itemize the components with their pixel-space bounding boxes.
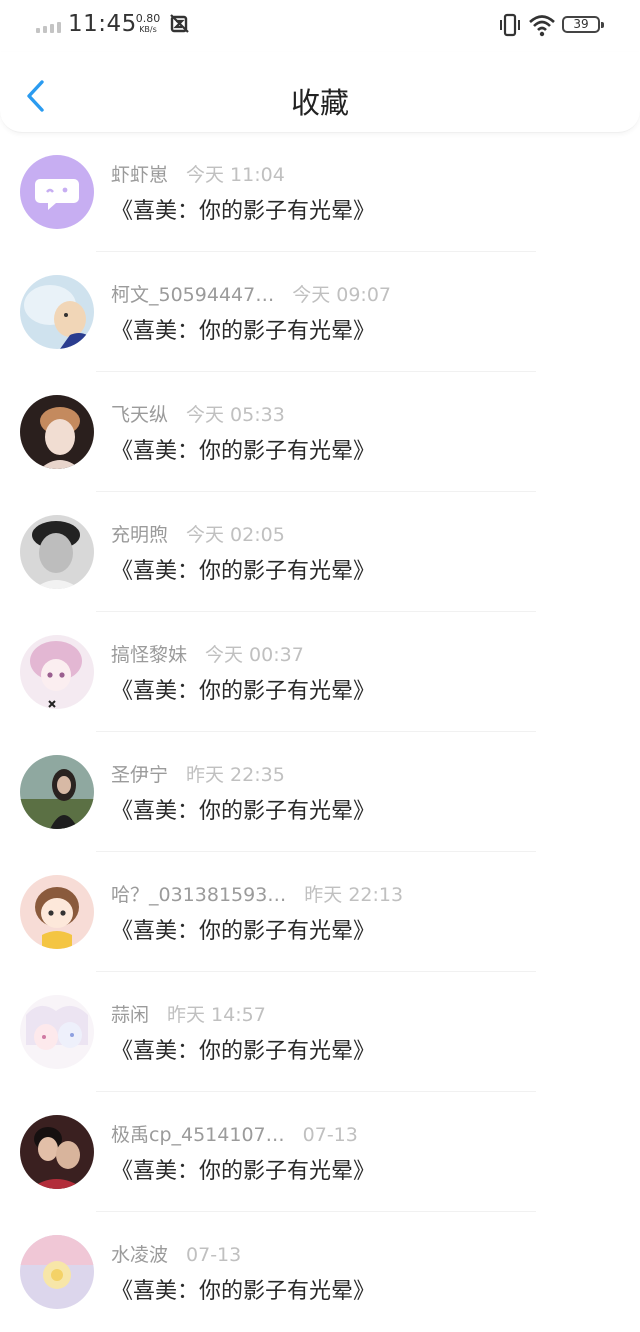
avatar[interactable]: [20, 515, 94, 589]
timestamp: 07-13: [186, 1244, 242, 1266]
favorite-title[interactable]: 《喜美：你的影子有光晕》: [111, 677, 375, 707]
list-item[interactable]: 极禹cp_4514107… 07-13 《喜美：你的影子有光晕》: [0, 1092, 640, 1212]
username[interactable]: 飞天纵: [111, 404, 168, 426]
username[interactable]: 搞怪黎妹: [111, 644, 187, 666]
username[interactable]: 柯文_50594447…: [111, 284, 274, 306]
avatar[interactable]: [20, 275, 94, 349]
favorite-title[interactable]: 《喜美：你的影子有光晕》: [111, 317, 375, 347]
status-time: 11:45: [68, 11, 137, 37]
avatar[interactable]: [20, 755, 94, 829]
favorite-title[interactable]: 《喜美：你的影子有光晕》: [111, 1037, 375, 1067]
list-item[interactable]: 飞天纵 今天 05:33 《喜美：你的影子有光晕》: [0, 372, 640, 492]
timestamp: 今天 09:07: [292, 284, 392, 306]
favorite-title[interactable]: 《喜美：你的影子有光晕》: [111, 797, 375, 827]
list-item[interactable]: 圣伊宁 昨天 22:35 《喜美：你的影子有光晕》: [0, 732, 640, 852]
list-item[interactable]: 哈？_031381593… 昨天 22:13 《喜美：你的影子有光晕》: [0, 852, 640, 972]
list-item[interactable]: 蒜闲 昨天 14:57 《喜美：你的影子有光晕》: [0, 972, 640, 1092]
username[interactable]: 蒜闲: [111, 1004, 149, 1026]
list-item[interactable]: 水凌波 07-13 《喜美：你的影子有光晕》: [0, 1212, 640, 1332]
timestamp: 今天 11:04: [186, 164, 285, 186]
timestamp: 07-13: [302, 1124, 358, 1146]
navigation-bar: 收藏: [0, 52, 640, 133]
network-speed: 0.80 KB/s: [132, 13, 164, 35]
favorite-title[interactable]: 《喜美：你的影子有光晕》: [111, 917, 375, 947]
timestamp: 昨天 14:57: [167, 1004, 266, 1026]
avatar[interactable]: [20, 875, 94, 949]
avatar[interactable]: [20, 155, 94, 229]
network-speed-unit: KB/s: [139, 25, 157, 34]
avatar[interactable]: [20, 1115, 94, 1189]
no-notification-icon: [170, 14, 190, 38]
timestamp: 今天 00:37: [205, 644, 304, 666]
battery-icon: 39: [562, 16, 604, 33]
favorite-title[interactable]: 《喜美：你的影子有光晕》: [111, 1157, 375, 1187]
timestamp: 今天 02:05: [186, 524, 285, 546]
vibrate-icon: [498, 13, 522, 41]
list-item[interactable]: 虾虾崽 今天 11:04 《喜美：你的影子有光晕》: [0, 132, 640, 252]
signal-icon: [36, 22, 61, 33]
avatar[interactable]: [20, 635, 94, 709]
username[interactable]: 极禹cp_4514107…: [111, 1124, 285, 1146]
wifi-icon: [528, 13, 556, 41]
favorite-title[interactable]: 《喜美：你的影子有光晕》: [111, 1277, 375, 1307]
list-item[interactable]: 柯文_50594447… 今天 09:07 《喜美：你的影子有光晕》: [0, 252, 640, 372]
favorites-list: 虾虾崽 今天 11:04 《喜美：你的影子有光晕》 柯文_50594447… 今天 …: [0, 132, 640, 1332]
status-bar: 11:45 0.80 KB/s 39: [0, 0, 640, 52]
username[interactable]: 哈？_031381593…: [111, 884, 286, 906]
timestamp: 昨天 22:35: [186, 764, 285, 786]
username[interactable]: 圣伊宁: [111, 764, 168, 786]
timestamp: 昨天 22:13: [304, 884, 404, 906]
page-title: 收藏: [290, 86, 349, 120]
favorite-title[interactable]: 《喜美：你的影子有光晕》: [111, 557, 375, 587]
username[interactable]: 水凌波: [111, 1244, 168, 1266]
username[interactable]: 充明煦: [111, 524, 168, 546]
avatar[interactable]: [20, 995, 94, 1069]
avatar[interactable]: [20, 395, 94, 469]
username[interactable]: 虾虾崽: [111, 164, 168, 186]
network-speed-value: 0.80: [135, 12, 161, 25]
favorite-title[interactable]: 《喜美：你的影子有光晕》: [111, 197, 375, 227]
list-item[interactable]: 搞怪黎妹 今天 00:37 《喜美：你的影子有光晕》: [0, 612, 640, 732]
list-item[interactable]: 充明煦 今天 02:05 《喜美：你的影子有光晕》: [0, 492, 640, 612]
favorite-title[interactable]: 《喜美：你的影子有光晕》: [111, 437, 375, 467]
timestamp: 今天 05:33: [186, 404, 285, 426]
